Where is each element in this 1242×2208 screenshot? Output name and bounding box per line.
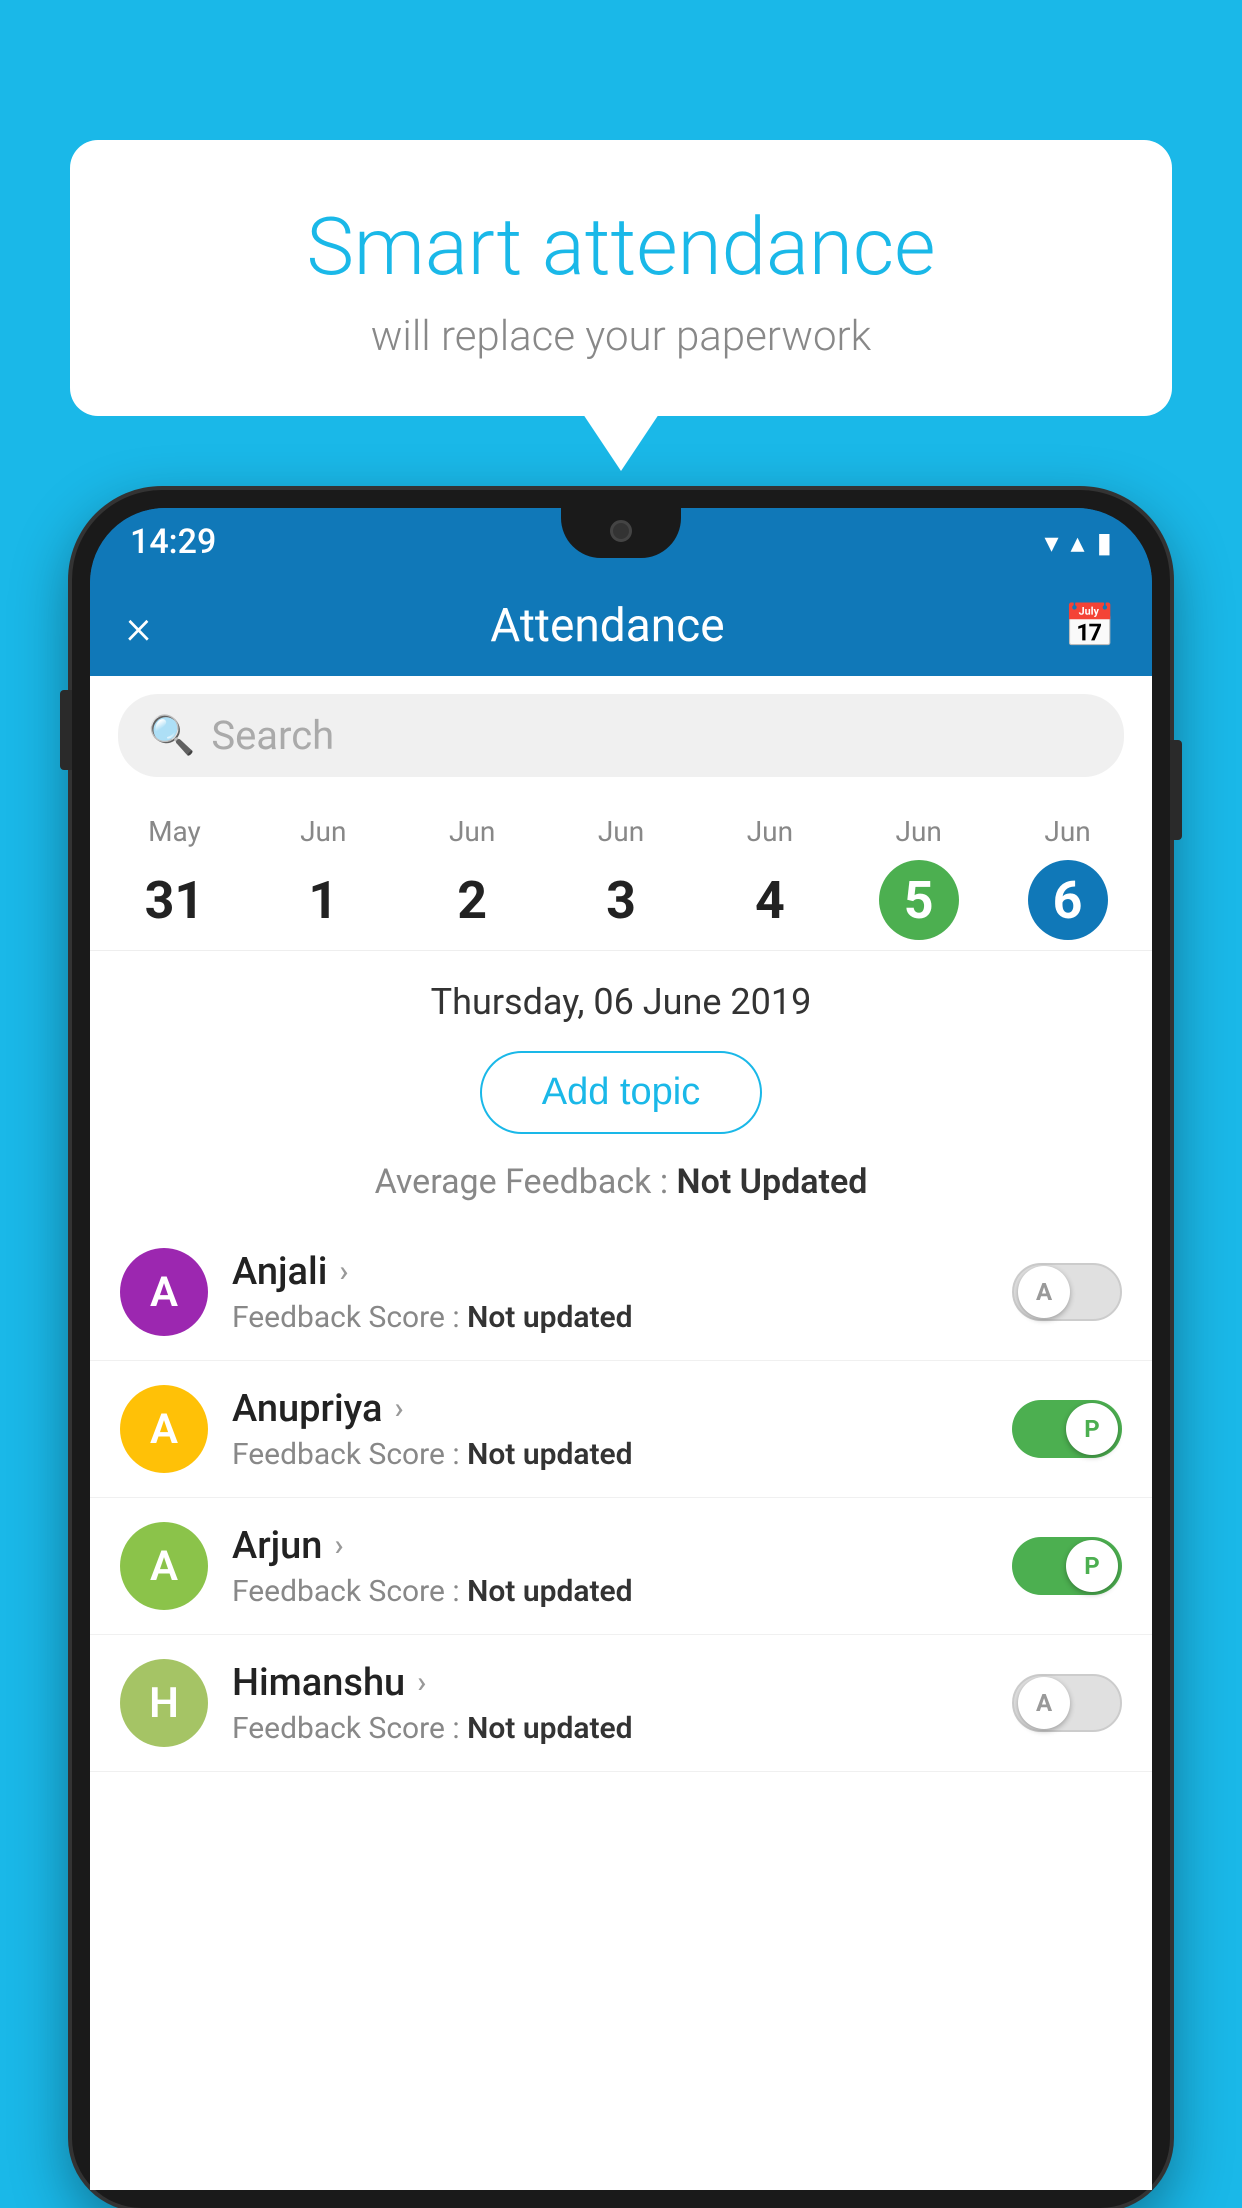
toggle-thumb: P <box>1066 1403 1118 1455</box>
avatar: H <box>120 1659 208 1747</box>
attendance-toggle[interactable]: A <box>1012 1674 1122 1732</box>
month-label: Jun <box>547 815 696 848</box>
chevron-icon: › <box>334 1528 343 1563</box>
app-bar-title: Attendance <box>490 599 724 653</box>
battery-icon: ▮ <box>1097 526 1112 559</box>
camera <box>610 520 632 542</box>
avatar: A <box>120 1248 208 1336</box>
student-name: Himanshu › <box>232 1661 988 1705</box>
day-number: 31 <box>134 860 214 940</box>
month-label: May <box>100 815 249 848</box>
month-label: Jun <box>695 815 844 848</box>
notch <box>561 508 681 558</box>
student-item[interactable]: A Arjun › Feedback Score : Not updated P <box>90 1498 1152 1635</box>
calendar-day-4[interactable]: Jun 4 <box>695 815 844 940</box>
student-info: Anjali › Feedback Score : Not updated <box>232 1250 988 1335</box>
toggle-thumb: A <box>1018 1266 1070 1318</box>
month-label: Jun <box>993 815 1142 848</box>
calendar-day-6[interactable]: Jun 6 <box>993 815 1142 940</box>
phone-frame: 14:29 ▾ ▴ ▮ × Attendance 📅 🔍 Search <box>72 490 1170 2208</box>
day-number: 2 <box>432 860 512 940</box>
status-time: 14:29 <box>130 522 216 562</box>
attendance-toggle[interactable]: P <box>1012 1537 1122 1595</box>
month-label: Jun <box>844 815 993 848</box>
attendance-toggle[interactable]: P <box>1012 1400 1122 1458</box>
student-info: Anupriya › Feedback Score : Not updated <box>232 1387 988 1472</box>
month-label: Jun <box>249 815 398 848</box>
avatar: A <box>120 1522 208 1610</box>
chevron-icon: › <box>394 1391 403 1426</box>
student-list: AAnjali ›Feedback Score : Not updatedAAA… <box>90 1224 1152 1772</box>
student-info: Arjun › Feedback Score : Not updated <box>232 1524 988 1609</box>
student-item[interactable]: A Anupriya › Feedback Score : Not updated P <box>90 1361 1152 1498</box>
speech-bubble-title: Smart attendance <box>120 200 1122 294</box>
toggle-container[interactable]: A <box>1012 1674 1122 1732</box>
toggle-thumb: P <box>1066 1540 1118 1592</box>
calendar-day-2[interactable]: Jun 2 <box>398 815 547 940</box>
speech-bubble-subtitle: will replace your paperwork <box>120 312 1122 361</box>
attendance-toggle[interactable]: A <box>1012 1263 1122 1321</box>
status-icons: ▾ ▴ ▮ <box>1044 526 1112 559</box>
power-button <box>1170 740 1182 840</box>
search-icon: 🔍 <box>148 714 195 758</box>
volume-button <box>60 690 72 770</box>
day-number: 4 <box>730 860 810 940</box>
wifi-icon: ▾ <box>1044 526 1058 559</box>
add-topic-button[interactable]: Add topic <box>480 1051 762 1134</box>
avg-feedback-label: Average Feedback : <box>375 1162 677 1202</box>
student-item[interactable]: H Himanshu › Feedback Score : Not updated A <box>90 1635 1152 1772</box>
search-bar: 🔍 Search <box>90 676 1152 795</box>
calendar-day-5[interactable]: Jun 5 <box>844 815 993 940</box>
screen-content: 🔍 Search May 31 Jun 1 Jun 2 Jun 3 Jun 4 Jun 5 Jun 6 T… <box>90 676 1152 2190</box>
avatar: A <box>120 1385 208 1473</box>
toggle-container[interactable]: P <box>1012 1400 1122 1458</box>
student-name: Anjali › <box>232 1250 988 1294</box>
signal-icon: ▴ <box>1071 526 1085 559</box>
search-placeholder: Search <box>211 712 334 759</box>
chevron-icon: › <box>417 1665 426 1700</box>
close-button[interactable]: × <box>126 598 151 655</box>
toggle-container[interactable]: A <box>1012 1263 1122 1321</box>
feedback-score: Feedback Score : Not updated <box>232 1300 988 1335</box>
month-label: Jun <box>398 815 547 848</box>
calendar-day-31[interactable]: May 31 <box>100 815 249 940</box>
search-field[interactable]: 🔍 Search <box>118 694 1124 777</box>
selected-date-text: Thursday, 06 June 2019 <box>431 981 812 1023</box>
average-feedback: Average Feedback : Not Updated <box>90 1152 1152 1224</box>
toggle-thumb: A <box>1018 1677 1070 1729</box>
calendar-icon[interactable]: 📅 <box>1064 602 1116 651</box>
day-number: 3 <box>581 860 661 940</box>
day-number: 5 <box>879 860 959 940</box>
speech-bubble: Smart attendance will replace your paper… <box>70 140 1172 416</box>
calendar-day-1[interactable]: Jun 1 <box>249 815 398 940</box>
feedback-score: Feedback Score : Not updated <box>232 1437 988 1472</box>
day-number: 6 <box>1028 860 1108 940</box>
phone-screen: 14:29 ▾ ▴ ▮ × Attendance 📅 🔍 Search <box>90 508 1152 2190</box>
student-info: Himanshu › Feedback Score : Not updated <box>232 1661 988 1746</box>
student-item[interactable]: A Anjali › Feedback Score : Not updated A <box>90 1224 1152 1361</box>
feedback-score: Feedback Score : Not updated <box>232 1711 988 1746</box>
app-bar: × Attendance 📅 <box>90 576 1152 676</box>
add-topic-container: Add topic <box>90 1041 1152 1152</box>
student-name: Anupriya › <box>232 1387 988 1431</box>
day-number: 1 <box>283 860 363 940</box>
chevron-icon: › <box>339 1254 348 1289</box>
feedback-score: Feedback Score : Not updated <box>232 1574 988 1609</box>
toggle-container[interactable]: P <box>1012 1537 1122 1595</box>
student-name: Arjun › <box>232 1524 988 1568</box>
calendar-day-3[interactable]: Jun 3 <box>547 815 696 940</box>
avg-feedback-value: Not Updated <box>677 1162 868 1202</box>
date-header: Thursday, 06 June 2019 <box>90 951 1152 1041</box>
calendar-strip: May 31 Jun 1 Jun 2 Jun 3 Jun 4 Jun 5 Jun 6 <box>90 795 1152 951</box>
